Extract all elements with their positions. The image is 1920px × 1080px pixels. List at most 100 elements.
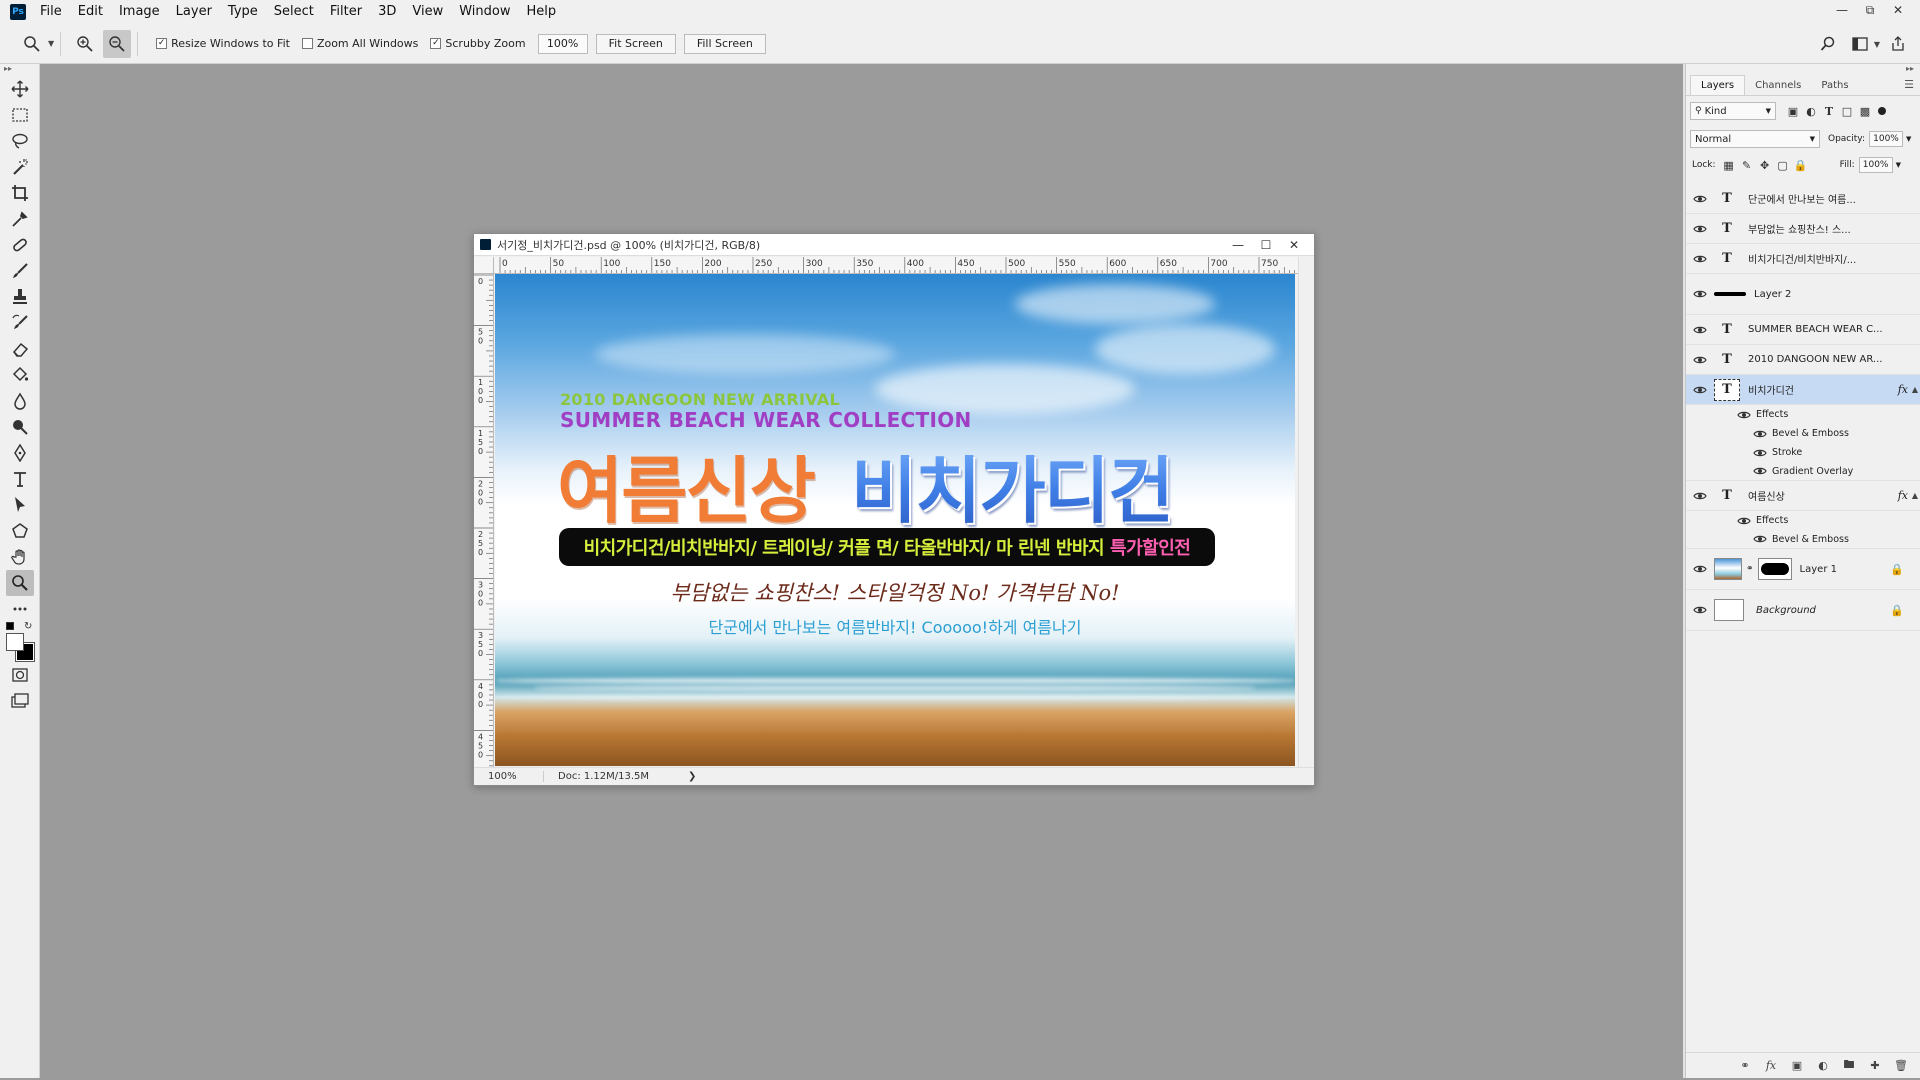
- zoom-out-icon[interactable]: [103, 29, 132, 58]
- document-titlebar[interactable]: 서기정_비치가디건.psd @ 100% (비치가디건, RGB/8) — ☐ …: [474, 234, 1314, 256]
- visibility-eye-icon[interactable]: [1686, 605, 1714, 615]
- dodge-tool-icon[interactable]: [6, 414, 34, 440]
- zoom-value-field[interactable]: 100%: [537, 33, 588, 54]
- minimize-icon[interactable]: —: [1828, 0, 1856, 20]
- swap-colors-icon[interactable]: ↻: [24, 621, 32, 632]
- filter-type-icon[interactable]: T: [1820, 102, 1838, 120]
- path-selection-tool-icon[interactable]: [6, 492, 34, 518]
- crop-tool-icon[interactable]: [6, 180, 34, 206]
- blend-mode-select[interactable]: Normal ▼: [1690, 130, 1820, 148]
- layer-row[interactable]: T 단군에서 만나보는 여름...: [1686, 184, 1920, 214]
- document-canvas[interactable]: 2010 DANGOON NEW ARRIVAL SUMMER BEACH WE…: [495, 274, 1295, 766]
- new-group-icon[interactable]: 🖿: [1836, 1055, 1862, 1077]
- layer-row[interactable]: T 부담없는 쇼핑찬스! 스...: [1686, 214, 1920, 244]
- layer-row[interactable]: T 여름신상 fx ▲: [1686, 481, 1920, 511]
- layer-row-selected[interactable]: T 비치가디건 fx ▲: [1686, 375, 1920, 405]
- close-icon[interactable]: ✕: [1884, 0, 1912, 20]
- layer-row[interactable]: T 비치가디건/비치반바지/...: [1686, 244, 1920, 274]
- zoom-in-icon[interactable]: [71, 30, 99, 58]
- fit-screen-button[interactable]: Fit Screen: [595, 33, 676, 54]
- minimize-icon[interactable]: —: [1224, 234, 1252, 256]
- menu-view[interactable]: View: [404, 0, 451, 24]
- lock-all-icon[interactable]: 🔒: [1792, 156, 1810, 174]
- chevron-up-icon[interactable]: ▲: [1912, 385, 1918, 394]
- pen-tool-icon[interactable]: [6, 440, 34, 466]
- eraser-tool-icon[interactable]: [6, 336, 34, 362]
- status-zoom[interactable]: 100%: [474, 771, 544, 782]
- zoom-all-windows-checkbox[interactable]: Zoom All Windows: [301, 37, 418, 50]
- menu-image[interactable]: Image: [111, 0, 168, 24]
- status-arrow-icon[interactable]: ❯: [688, 771, 696, 782]
- foreground-color-swatch[interactable]: [6, 633, 24, 651]
- history-brush-tool-icon[interactable]: [6, 310, 34, 336]
- menu-help[interactable]: Help: [519, 0, 565, 24]
- visibility-eye-icon[interactable]: [1752, 429, 1768, 439]
- filter-kind-select[interactable]: ⚲ Kind ▼: [1690, 102, 1776, 120]
- resize-windows-checkbox[interactable]: ✓ Resize Windows to Fit: [156, 37, 290, 50]
- tab-paths[interactable]: Paths: [1811, 76, 1858, 95]
- filter-toggle-icon[interactable]: [1878, 107, 1886, 115]
- layer-row[interactable]: Layer 2: [1686, 274, 1920, 315]
- add-mask-icon[interactable]: ▣: [1784, 1055, 1810, 1077]
- visibility-eye-icon[interactable]: [1686, 355, 1714, 365]
- add-layer-style-icon[interactable]: fx: [1758, 1055, 1784, 1077]
- fill-field[interactable]: 100%: [1858, 157, 1893, 173]
- visibility-eye-icon[interactable]: [1686, 254, 1714, 264]
- new-layer-icon[interactable]: ✚: [1862, 1055, 1888, 1077]
- magic-wand-tool-icon[interactable]: [6, 154, 34, 180]
- link-icon[interactable]: ⚭: [1746, 564, 1754, 574]
- hand-tool-icon[interactable]: [6, 544, 34, 570]
- quick-mask-icon[interactable]: [6, 662, 34, 688]
- visibility-eye-icon[interactable]: [1686, 325, 1714, 335]
- menu-layer[interactable]: Layer: [168, 0, 220, 24]
- chevron-down-icon[interactable]: ▼: [48, 39, 54, 48]
- menu-3d[interactable]: 3D: [370, 0, 404, 24]
- visibility-eye-icon[interactable]: [1686, 385, 1714, 395]
- fx-icon[interactable]: fx: [1898, 383, 1908, 396]
- fill-screen-button[interactable]: Fill Screen: [683, 33, 766, 54]
- filter-pixel-icon[interactable]: ▣: [1784, 102, 1802, 120]
- opacity-field[interactable]: 100%: [1869, 131, 1903, 147]
- vertical-scrollbar[interactable]: [1298, 257, 1314, 767]
- workspace-icon[interactable]: [1846, 30, 1874, 58]
- menu-filter[interactable]: Filter: [322, 0, 370, 24]
- visibility-eye-icon[interactable]: [1752, 534, 1768, 544]
- visibility-eye-icon[interactable]: [1686, 564, 1714, 574]
- fx-icon[interactable]: fx: [1898, 489, 1908, 502]
- visibility-eye-icon[interactable]: [1736, 516, 1752, 526]
- menu-edit[interactable]: Edit: [70, 0, 111, 24]
- clone-stamp-tool-icon[interactable]: [6, 284, 34, 310]
- scrubby-zoom-checkbox[interactable]: ✓ Scrubby Zoom: [430, 37, 526, 50]
- filter-adjustment-icon[interactable]: ◐: [1802, 102, 1820, 120]
- marquee-tool-icon[interactable]: [6, 102, 34, 128]
- effects-group[interactable]: Effects: [1686, 511, 1920, 530]
- search-icon[interactable]: [1814, 30, 1842, 58]
- visibility-eye-icon[interactable]: [1752, 466, 1768, 476]
- visibility-eye-icon[interactable]: [1686, 194, 1714, 204]
- menu-window[interactable]: Window: [451, 0, 518, 24]
- paint-bucket-tool-icon[interactable]: [6, 362, 34, 388]
- ruler-origin[interactable]: [474, 257, 494, 274]
- visibility-eye-icon[interactable]: [1686, 491, 1714, 501]
- tab-channels[interactable]: Channels: [1745, 76, 1811, 95]
- chevron-down-icon[interactable]: ▼: [1874, 40, 1880, 49]
- filter-shape-icon[interactable]: □: [1838, 102, 1856, 120]
- horizontal-ruler[interactable]: 0 50 100 150 200 250 300 350 400 450 500 550 600 650 7…: [494, 257, 1300, 274]
- collapse-arrows-icon[interactable]: ▸▸: [0, 64, 39, 76]
- layer-mask-thumbnail[interactable]: [1757, 558, 1792, 580]
- shape-tool-icon[interactable]: [6, 518, 34, 544]
- effect-item[interactable]: Gradient Overlay: [1686, 462, 1920, 481]
- zoom-tool-preset-icon[interactable]: [18, 30, 46, 58]
- link-layers-icon[interactable]: ⚭: [1732, 1055, 1758, 1077]
- visibility-eye-icon[interactable]: [1686, 224, 1714, 234]
- chevron-down-icon[interactable]: ▼: [1906, 135, 1911, 143]
- effect-item[interactable]: Bevel & Emboss: [1686, 530, 1920, 549]
- type-tool-icon[interactable]: [6, 466, 34, 492]
- more-tools-icon[interactable]: [6, 596, 34, 622]
- delete-layer-icon[interactable]: 🗑: [1888, 1055, 1914, 1077]
- close-icon[interactable]: ✕: [1280, 234, 1308, 256]
- brush-tool-icon[interactable]: [6, 258, 34, 284]
- move-tool-icon[interactable]: [6, 76, 34, 102]
- panel-menu-icon[interactable]: ☰: [1904, 78, 1914, 91]
- lasso-tool-icon[interactable]: [6, 128, 34, 154]
